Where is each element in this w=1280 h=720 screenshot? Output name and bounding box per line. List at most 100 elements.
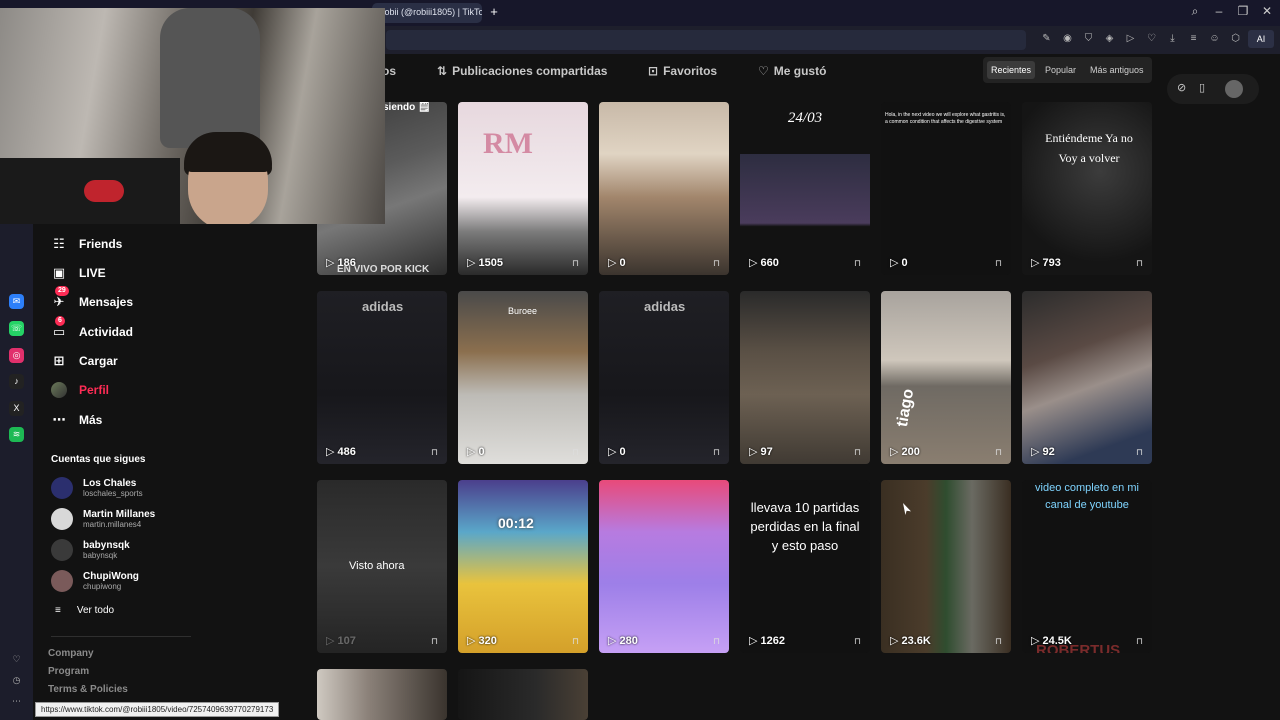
sort-recent-button[interactable]: Recientes	[987, 61, 1036, 79]
video-card[interactable]: 00:12 ▷ 320 ⊓	[458, 480, 588, 653]
following-handle: chupiwong	[83, 581, 122, 591]
sidebar-item-more[interactable]: ⋯ Más	[51, 408, 103, 432]
device-icon[interactable]: ▯	[1199, 81, 1205, 94]
view-count-value: 0	[619, 257, 626, 269]
camera-icon[interactable]: ◉	[1059, 30, 1076, 48]
browser-search-icon[interactable]: ⌕	[1186, 4, 1204, 19]
video-card[interactable]: ▷ 23.6K ⊓	[881, 480, 1011, 653]
sidebar-item-messages[interactable]: ✈ 29 Mensajes	[51, 286, 134, 314]
view-count: ▷ 186	[326, 256, 356, 269]
compass-icon[interactable]: ⊘	[1177, 81, 1186, 94]
video-card[interactable]: ▷ 280 ⊓	[599, 480, 729, 653]
divider	[51, 636, 191, 637]
video-card[interactable]: Entiéndeme Ya no Voy a volver ▷ 793 ⊓	[1022, 102, 1152, 275]
live-icon: ▣	[52, 265, 66, 280]
maximize-icon[interactable]: ❐	[1234, 4, 1252, 18]
avatar	[51, 539, 73, 561]
tab-label: Publicaciones compartidas	[452, 64, 608, 78]
video-overlay-text: adidas	[644, 299, 686, 314]
see-all-button[interactable]: ≡ Ver todo	[55, 605, 114, 616]
x-icon[interactable]: X	[9, 401, 24, 416]
lock-icon: ⊓	[853, 447, 861, 457]
tab-liked[interactable]: ♡ Me gustó	[758, 64, 826, 78]
video-card[interactable]: llevava 10 partidas perdidas en la final…	[740, 480, 870, 653]
history-icon[interactable]: ◷	[9, 673, 24, 688]
heart-icon[interactable]: ♡	[1143, 30, 1160, 48]
sidebar-item-live[interactable]: ▣ LIVE	[51, 261, 106, 285]
video-card[interactable]: tiago ▷ 200 ⊓	[881, 291, 1011, 464]
edit-icon[interactable]: ✎	[1038, 30, 1055, 48]
video-card[interactable]	[458, 669, 588, 720]
video-card[interactable]: adidas ▷ 486 ⊓	[317, 291, 447, 464]
messenger-icon[interactable]: ✉	[9, 294, 24, 309]
shield-icon[interactable]: ⛉	[1080, 30, 1097, 48]
instagram-icon[interactable]: ◎	[9, 348, 24, 363]
sidebar-item-profile[interactable]: Perfil	[51, 378, 109, 402]
video-card[interactable]: RM ▷ 1505 ⊓	[458, 102, 588, 275]
play-icon[interactable]: ▷	[1122, 30, 1139, 48]
video-card[interactable]: Buroee ▷ 0 ⊓	[458, 291, 588, 464]
whatsapp-icon[interactable]: ☏	[9, 321, 24, 336]
video-card[interactable]: ▷ 0 ⊓	[599, 102, 729, 275]
tab-favorites[interactable]: ⊡ Favoritos	[648, 64, 717, 78]
following-item[interactable]: babynsqk babynsqk	[51, 539, 130, 561]
sidebar-item-label: LIVE	[79, 266, 106, 280]
avatar[interactable]	[1225, 80, 1243, 98]
lock-icon: ⊓	[1135, 447, 1143, 457]
following-item[interactable]: Martin Millanes martin.millanes4	[51, 508, 155, 530]
footer-link-terms[interactable]: Terms & Policies	[48, 684, 128, 695]
bookmark-icon: ⊡	[648, 64, 659, 78]
view-count-value: 0	[619, 446, 626, 458]
footer-link-company[interactable]: Company	[48, 648, 94, 659]
address-field[interactable]	[386, 30, 1026, 50]
account-icon[interactable]: ☺	[1206, 30, 1223, 48]
view-count-value: 793	[1042, 257, 1061, 269]
vpn-icon[interactable]: ◈	[1101, 30, 1118, 48]
play-icon: ▷	[608, 635, 620, 647]
download-icon[interactable]: ⤓	[1164, 30, 1181, 48]
tiktok-icon[interactable]: ♪	[9, 374, 24, 389]
menu-icon[interactable]: ≡	[1185, 30, 1202, 48]
spotify-icon[interactable]: ≋	[9, 427, 24, 442]
sidebar-item-upload[interactable]: ⊞ Cargar	[51, 349, 118, 373]
following-item[interactable]: ChupiWong chupiwong	[51, 570, 139, 592]
lock-icon: ⊓	[571, 447, 579, 457]
upload-icon: ⊞	[53, 353, 65, 368]
more-icon[interactable]: ⋯	[9, 694, 24, 709]
heart-icon[interactable]: ♡	[9, 652, 24, 667]
video-card[interactable]: ▷ 97 ⊓	[740, 291, 870, 464]
sidebar-item-label: Perfil	[79, 383, 110, 397]
following-item[interactable]: Los Chales loschales_sports	[51, 477, 143, 499]
view-count-value: 1505	[478, 257, 503, 269]
repost-icon: ⇅	[437, 64, 448, 78]
tab-reposts[interactable]: ⇅ Publicaciones compartidas	[437, 64, 607, 78]
video-card[interactable]: Visto ahora ▷ 107 ⊓	[317, 480, 447, 653]
video-card[interactable]: Hola, in the next video we will explore …	[881, 102, 1011, 275]
browser-tab[interactable]: Robii (@robiii1805) | TikTo	[372, 3, 482, 23]
view-count: ▷ 1505	[467, 256, 503, 269]
sidebar-item-label: Mensajes	[79, 295, 134, 309]
video-card[interactable]	[317, 669, 447, 720]
sort-oldest-button[interactable]: Más antiguos	[1086, 61, 1148, 79]
video-card[interactable]: ▷ 92 ⊓	[1022, 291, 1152, 464]
play-icon: ▷	[890, 446, 902, 458]
avatar	[51, 477, 73, 499]
more-icon: ⋯	[52, 412, 66, 427]
close-icon[interactable]: ✕	[1258, 4, 1276, 18]
video-card[interactable]: 24/03 ▷ 660 ⊓	[740, 102, 870, 275]
view-count-value: 486	[337, 446, 356, 458]
sidebar-item-activity[interactable]: ▭ 6 Actividad	[51, 316, 133, 344]
sidebar-item-friends[interactable]: ☷ Friends	[51, 232, 122, 256]
sort-popular-button[interactable]: Popular	[1041, 61, 1080, 79]
video-card[interactable]: adidas ▷ 0 ⊓	[599, 291, 729, 464]
video-overlay-text: Hola, in the next video we will explore …	[885, 112, 1006, 125]
minimize-icon[interactable]: –	[1210, 4, 1228, 18]
new-tab-button[interactable]: +	[487, 5, 501, 19]
ai-button[interactable]: AI	[1248, 30, 1274, 48]
play-icon: ▷	[467, 635, 479, 647]
cube-icon[interactable]: ⬡	[1227, 30, 1244, 48]
footer-link-program[interactable]: Program	[48, 666, 89, 677]
video-card[interactable]: video completo en mi canal de youtube ROB…	[1022, 480, 1152, 653]
lock-icon: ⊓	[712, 447, 720, 457]
status-url: https://www.tiktok.com/@robiii1805/video…	[35, 702, 280, 717]
